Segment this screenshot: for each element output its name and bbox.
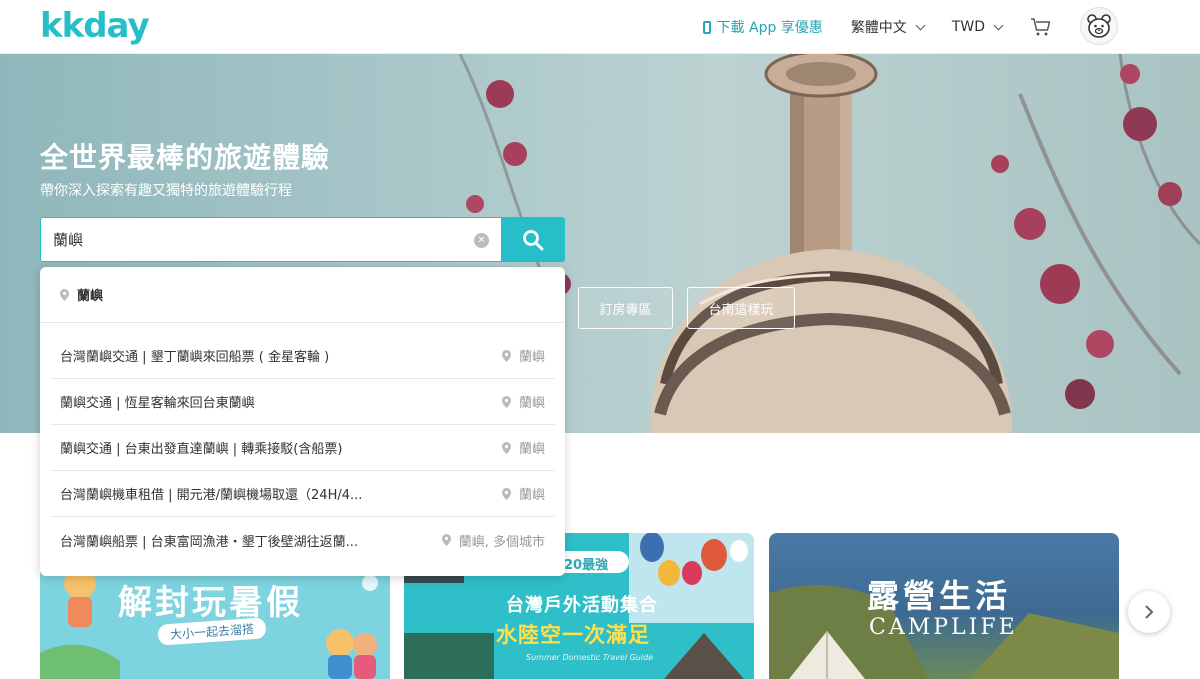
location-pin-icon — [501, 487, 511, 500]
suggestion-name: 蘭嶼交通 | 恆星客輪來回台東蘭嶼 — [60, 396, 255, 411]
cart-icon[interactable] — [1030, 17, 1052, 37]
location-pin-icon — [501, 395, 511, 408]
user-avatar[interactable] — [1080, 7, 1118, 45]
promo-card-title: 台灣戶外活動集合 — [506, 595, 658, 616]
chevron-right-icon — [1145, 605, 1154, 619]
suggestion-item[interactable]: 蘭嶼交通 | 恆星客輪來回台東蘭嶼 蘭嶼 — [50, 379, 555, 425]
suggestion-name: 台灣蘭嶼船票 | 台東富岡漁港・墾丁後壁湖往返蘭... — [60, 534, 359, 550]
hotel-zone-button[interactable]: 訂房專區 — [578, 287, 673, 329]
tainan-trip-button[interactable]: 台南這樣玩 — [687, 287, 795, 329]
hero-title: 全世界最棒的旅遊體驗 — [40, 141, 331, 174]
suggestion-item[interactable]: 台灣蘭嶼交通 | 墾丁蘭嶼來回船票 ( 金星客輪 ) 蘭嶼 — [50, 333, 555, 379]
chevron-down-icon — [915, 20, 926, 30]
currency-label: TWD — [951, 19, 985, 35]
suggestion-destination-label: 蘭嶼 — [77, 289, 104, 304]
suggestion-item[interactable]: 蘭嶼交通 | 台東出發直達蘭嶼 | 轉乘接駁(含船票) 蘭嶼 — [50, 425, 555, 471]
carousel-next-button[interactable] — [1128, 591, 1170, 633]
bear-avatar-icon — [1087, 14, 1111, 38]
suggestion-location: 蘭嶼 — [501, 346, 545, 365]
location-pin-icon — [60, 288, 69, 301]
top-header: kkday 下載 App 享優惠 繁體中文 TWD — [0, 0, 1200, 54]
search-button[interactable] — [501, 217, 565, 262]
clear-icon[interactable]: ✕ — [474, 233, 489, 248]
suggestion-name: 台灣蘭嶼交通 | 墾丁蘭嶼來回船票 ( 金星客輪 ) — [60, 350, 330, 365]
suggestion-destination[interactable]: 蘭嶼 — [40, 267, 565, 323]
currency-selector[interactable]: TWD — [951, 19, 1004, 35]
language-label: 繁體中文 — [850, 20, 907, 36]
suggestion-location-label: 蘭嶼 — [518, 442, 545, 457]
suggestion-location: 蘭嶼, 多個城市 — [441, 531, 545, 550]
promo-card-badge: 20最強 — [564, 558, 609, 573]
chevron-down-icon — [993, 20, 1004, 30]
suggestion-item[interactable]: 台灣蘭嶼機車租借 | 開元港/蘭嶼機場取還（24H/4... 蘭嶼 — [50, 471, 555, 517]
promo-card-subtitle: 水陸空一次滿足 — [496, 623, 650, 647]
suggestion-location: 蘭嶼 — [501, 392, 545, 411]
promo-card-camplife[interactable]: 露營生活 CAMPLIFE — [769, 533, 1119, 679]
suggestion-list: 台灣蘭嶼交通 | 墾丁蘭嶼來回船票 ( 金星客輪 ) 蘭嶼 蘭嶼交通 | 恆星客… — [40, 323, 565, 563]
search-input[interactable] — [53, 218, 453, 261]
location-pin-icon — [501, 349, 511, 362]
suggestion-location: 蘭嶼 — [501, 484, 545, 503]
suggestion-name: 蘭嶼交通 | 台東出發直達蘭嶼 | 轉乘接駁(含船票) — [60, 442, 343, 457]
suggestion-location-label: 蘭嶼 — [518, 350, 545, 365]
suggestion-item[interactable]: 台灣蘭嶼船票 | 台東富岡漁港・墾丁後壁湖往返蘭... 蘭嶼, 多個城市 — [50, 517, 555, 563]
language-selector[interactable]: 繁體中文 — [850, 17, 926, 37]
kkday-logo[interactable]: kkday — [40, 6, 150, 46]
download-app-label: 下載 App 享優惠 — [716, 20, 823, 36]
suggestion-location-label: 蘭嶼 — [518, 488, 545, 503]
promo-card-title: 解封玩暑假 — [118, 583, 303, 623]
promo-card-subtitle: CAMPLIFE — [869, 615, 1018, 640]
suggestion-name: 台灣蘭嶼機車租借 | 開元港/蘭嶼機場取還（24H/4... — [60, 488, 363, 503]
header-nav: 下載 App 享優惠 繁體中文 TWD — [702, 0, 1118, 54]
suggestion-location-label: 蘭嶼 — [518, 396, 545, 411]
download-app-link[interactable]: 下載 App 享優惠 — [702, 17, 823, 37]
location-pin-icon — [441, 534, 451, 546]
search-icon — [523, 229, 544, 250]
promo-card-title: 露營生活 — [867, 577, 1012, 615]
suggestion-location-label: 蘭嶼, 多個城市 — [458, 534, 545, 550]
search-suggestions-dropdown: 蘭嶼 台灣蘭嶼交通 | 墾丁蘭嶼來回船票 ( 金星客輪 ) 蘭嶼 蘭嶼交通 | … — [40, 267, 565, 576]
search-box: ✕ — [40, 217, 501, 262]
suggestion-location: 蘭嶼 — [501, 438, 545, 457]
phone-icon — [702, 20, 711, 34]
hero-subtitle: 帶你深入探索有趣又獨特的旅遊體驗行程 — [40, 183, 292, 199]
location-pin-icon — [501, 441, 511, 454]
promo-card-footer: Summer Domestic Travel Guide — [526, 653, 654, 662]
